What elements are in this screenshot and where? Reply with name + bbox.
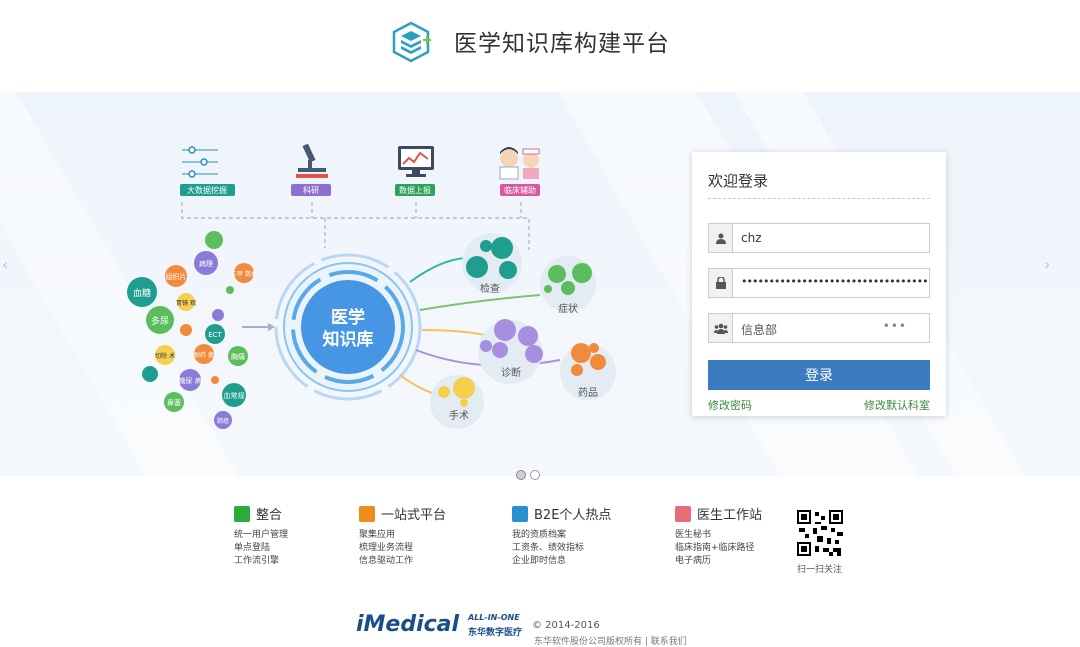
- svg-text:胃镜 观: 胃镜 观: [176, 299, 196, 307]
- username-value: chz: [741, 231, 762, 245]
- footer-item: 工资条、绩效指标: [512, 543, 585, 553]
- group-icon: [709, 314, 733, 342]
- footer-item: 电子病历: [675, 556, 712, 566]
- qr-code-icon[interactable]: [797, 510, 843, 556]
- svg-text:胸痛: 胸痛: [231, 352, 245, 361]
- carousel-dot-2[interactable]: [530, 470, 540, 480]
- branch-exam: 检查: [480, 282, 500, 295]
- svg-text:切除 术: 切除 术: [155, 352, 175, 360]
- qr-label: 扫一扫关注: [797, 565, 843, 575]
- svg-text:ECT: ECT: [208, 331, 222, 339]
- footer-col-title: 一站式平台: [381, 508, 447, 523]
- carousel-dot-1[interactable]: [516, 470, 526, 480]
- department-value: 信息部: [741, 323, 778, 337]
- footer-col-title: B2E个人热点: [534, 508, 612, 523]
- briefcase-icon: [512, 505, 528, 522]
- branch-diagnosis: 诊断: [501, 366, 521, 379]
- company-text: 东华软件股份公司版权所有 | 联系我们: [534, 637, 687, 647]
- username-field[interactable]: chz: [708, 223, 930, 253]
- svg-text:鼻塞: 鼻塞: [167, 398, 181, 407]
- footer-item: 统一用户管理: [234, 530, 289, 540]
- password-field[interactable]: ••••••••••••••••••••••••••••••••••: [708, 268, 930, 298]
- footer-col-integration: 整合 统一用户管理 单点登陆 工作流引擎: [234, 504, 288, 568]
- top-label-big-data: 大数据挖掘: [187, 185, 227, 195]
- login-panel: 欢迎登录 chz •••••••••••••••••••••••••••••••…: [692, 152, 946, 416]
- login-button[interactable]: 登录: [708, 360, 930, 390]
- data-mining-icon: [182, 146, 218, 178]
- svg-text:血常规: 血常规: [224, 391, 245, 400]
- footer-col-b2e: B2E个人热点 我的资质档案 工资条、绩效指标 企业即时信息: [512, 504, 611, 568]
- gears-icon: [234, 505, 250, 522]
- more-icon[interactable]: •••: [883, 319, 907, 333]
- microscope-icon: [296, 143, 328, 178]
- footer-item: 工作流引擎: [234, 556, 280, 566]
- svg-text:肺癌: 肺癌: [217, 417, 229, 425]
- branch-drug: 药品: [578, 387, 598, 399]
- center-text-2: 知识库: [322, 329, 374, 350]
- footer-item: 单点登陆: [234, 543, 271, 553]
- svg-text:病理: 病理: [199, 259, 213, 268]
- change-default-dept-link[interactable]: 修改默认科室: [864, 397, 930, 413]
- password-value: ••••••••••••••••••••••••••••••••••: [741, 275, 929, 288]
- footer-item: 企业即时信息: [512, 556, 567, 566]
- svg-text:糖尿 病: 糖尿 病: [178, 376, 201, 385]
- login-title: 欢迎登录: [708, 172, 769, 190]
- branch-surgery: 手术: [449, 409, 469, 422]
- carousel-prev-icon[interactable]: ‹: [2, 255, 8, 274]
- doctor-icon: [675, 505, 691, 522]
- footer-item: 聚集应用: [359, 530, 396, 540]
- header: 医学知识库构建平台: [0, 0, 1080, 92]
- doctor-nurse-icon: [499, 147, 540, 180]
- carousel-dots: [516, 470, 540, 480]
- stacked-books-icon: [392, 21, 431, 63]
- brand-logo: iMedical: [356, 612, 460, 637]
- svg-text:组织片: 组织片: [166, 272, 187, 281]
- svg-text:三甲 数据: 三甲 数据: [231, 270, 257, 278]
- branch-symptom: 症状: [558, 302, 578, 315]
- footer-col-doctor: 医生工作站 医生秘书 临床指南+临床路径 电子病历: [675, 504, 762, 568]
- svg-text:耐药 菌: 耐药 菌: [194, 351, 214, 359]
- copyright: © 2014-2016: [532, 620, 600, 631]
- footer-item: 信息驱动工作: [359, 556, 414, 566]
- footer-item: 医生秘书: [675, 530, 712, 540]
- footer-item: 临床指南+临床路径: [675, 543, 755, 553]
- top-label-clinical: 临床辅助: [504, 185, 536, 195]
- svg-text:血糖: 血糖: [133, 287, 151, 299]
- monitor-chart-icon: [398, 146, 434, 177]
- footer-col-title: 整合: [256, 508, 283, 523]
- page-title: 医学知识库构建平台: [454, 31, 670, 57]
- footer-col-platform: 一站式平台 聚集应用 梳理业务流程 信息驱动工作: [359, 504, 446, 568]
- top-label-research: 科研: [303, 185, 319, 195]
- top-label-data-report: 数据上报: [399, 185, 431, 195]
- footer-col-title: 医生工作站: [697, 508, 763, 523]
- department-select[interactable]: 信息部 •••: [708, 313, 930, 343]
- brand-sub-en: ALL-IN-ONE: [468, 613, 520, 622]
- login-divider: [708, 198, 930, 199]
- footer-item: 梳理业务流程: [359, 543, 414, 553]
- carousel-next-icon[interactable]: ›: [1044, 255, 1050, 274]
- user-icon: [709, 224, 733, 252]
- svg-text:多尿: 多尿: [151, 315, 169, 327]
- footer-item: 我的资质档案: [512, 530, 567, 540]
- knowledge-diagram: 大数据挖掘 科研 数据上报 临床辅助 医学 知识库 血糖 多尿 病理 组织片 三…: [127, 143, 616, 429]
- brand-sub-cn: 东华数字医疗: [468, 628, 523, 638]
- laptop-icon: [359, 505, 375, 522]
- lock-icon: [709, 269, 733, 297]
- change-password-link[interactable]: 修改密码: [708, 397, 752, 413]
- center-text-1: 医学: [331, 307, 365, 328]
